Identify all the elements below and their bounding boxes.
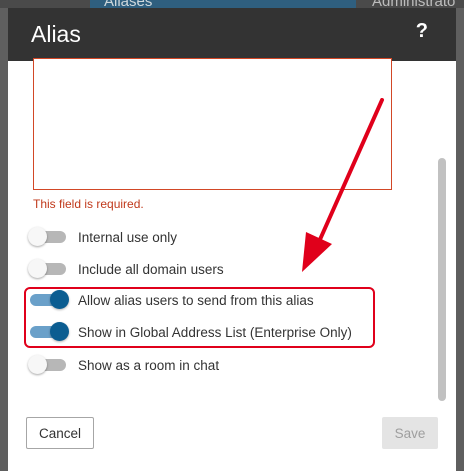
save-button[interactable]: Save xyxy=(382,417,438,449)
toggle-knob xyxy=(28,259,47,278)
toggle-knob xyxy=(28,355,47,374)
scrollbar-thumb[interactable] xyxy=(438,158,446,401)
toggle-knob xyxy=(28,227,47,246)
include-domain-users-toggle[interactable] xyxy=(28,259,66,278)
background-tab-aliases: Aliases xyxy=(90,0,356,8)
room-in-chat-toggle[interactable] xyxy=(28,355,66,374)
toggle-row-room-in-chat: Show as a room in chat xyxy=(28,353,220,377)
toggle-row-internal-use: Internal use only xyxy=(28,225,178,249)
help-icon[interactable]: ? xyxy=(416,20,428,43)
background-tab-administrators: Administrato xyxy=(372,0,455,8)
toggle-row-include-domain-users: Include all domain users xyxy=(28,257,224,281)
cancel-button[interactable]: Cancel xyxy=(26,417,94,449)
toggle-label: Include all domain users xyxy=(78,261,224,277)
annotation-arrow-icon xyxy=(302,98,384,272)
required-error-message: This field is required. xyxy=(33,197,144,211)
annotation-highlight-box xyxy=(24,287,375,348)
background-tab-bar: Aliases Administrato xyxy=(0,0,464,8)
toggle-label: Internal use only xyxy=(78,229,178,245)
alias-dialog: Alias ? This field is required. Internal… xyxy=(8,8,456,471)
dialog-title: Alias xyxy=(31,21,81,47)
internal-use-toggle[interactable] xyxy=(28,227,66,246)
toggle-label: Show as a room in chat xyxy=(78,357,220,373)
dialog-header: Alias ? xyxy=(8,8,456,61)
